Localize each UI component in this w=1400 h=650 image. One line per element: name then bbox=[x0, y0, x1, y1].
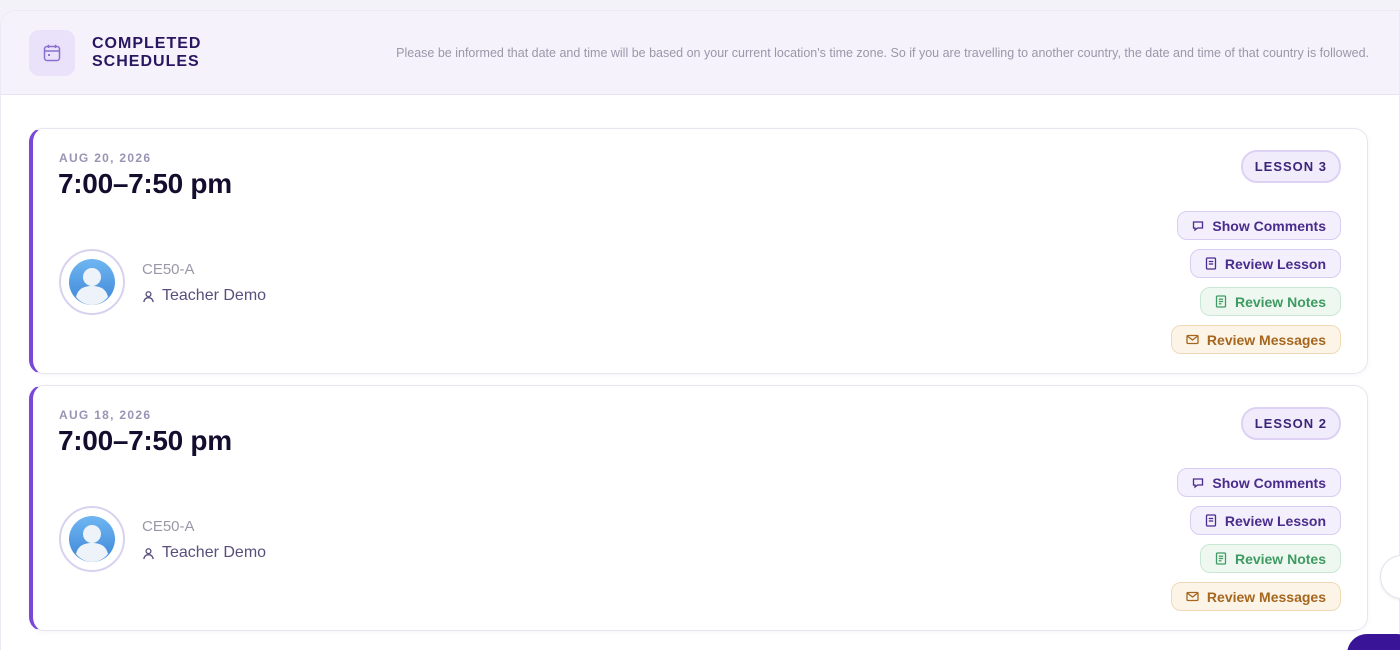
schedule-date: AUG 20, 2026 bbox=[59, 151, 152, 165]
mail-icon bbox=[1186, 591, 1199, 602]
schedule-time: 7:00–7:50 pm bbox=[58, 168, 232, 199]
review-messages-label: Review Messages bbox=[1206, 331, 1326, 348]
teacher-info: Teacher Demo bbox=[142, 544, 266, 562]
show-comments-button[interactable]: Show Comments bbox=[1177, 468, 1341, 497]
schedule-date: AUG 18, 2026 bbox=[59, 408, 152, 422]
calendar-icon bbox=[29, 29, 75, 76]
teacher-name: Teacher Demo bbox=[162, 544, 267, 561]
review-lesson-label: Review Lesson bbox=[1224, 512, 1326, 529]
floating-action-button[interactable] bbox=[1347, 634, 1400, 650]
lesson-badge: LESSON 2 bbox=[1240, 407, 1341, 440]
avatar bbox=[59, 506, 125, 572]
show-comments-label: Show Comments bbox=[1212, 474, 1326, 491]
timezone-notice: Please be informed that date and time wi… bbox=[396, 45, 1369, 60]
panel-header: COMPLETED SCHEDULES Please be informed t… bbox=[1, 11, 1399, 95]
person-icon bbox=[143, 290, 154, 302]
schedule-time: 7:00–7:50 pm bbox=[58, 425, 232, 456]
avatar bbox=[59, 249, 125, 315]
page-title: COMPLETED SCHEDULES bbox=[92, 34, 202, 70]
review-messages-label: Review Messages bbox=[1206, 588, 1326, 605]
show-comments-label: Show Comments bbox=[1212, 217, 1326, 234]
review-lesson-button[interactable]: Review Lesson bbox=[1189, 506, 1341, 535]
review-messages-button[interactable]: Review Messages bbox=[1170, 325, 1341, 354]
review-notes-button[interactable]: Review Notes bbox=[1199, 287, 1341, 316]
review-lesson-label: Review Lesson bbox=[1224, 255, 1326, 272]
schedule-actions: Show Comments Review Lesson Review Notes… bbox=[1170, 468, 1341, 611]
lesson-badge: LESSON 3 bbox=[1240, 150, 1341, 183]
review-notes-label: Review Notes bbox=[1234, 550, 1326, 567]
comment-icon bbox=[1193, 477, 1204, 488]
notes-icon bbox=[1215, 552, 1227, 565]
person-icon bbox=[143, 547, 154, 559]
document-icon bbox=[1205, 514, 1216, 527]
document-icon bbox=[1205, 257, 1216, 270]
review-notes-label: Review Notes bbox=[1234, 293, 1326, 310]
comment-icon bbox=[1193, 220, 1204, 231]
teacher-name: Teacher Demo bbox=[162, 287, 267, 304]
mail-icon bbox=[1186, 334, 1199, 345]
notes-icon bbox=[1215, 295, 1227, 308]
teacher-info: Teacher Demo bbox=[142, 287, 266, 305]
schedule-card: AUG 18, 2026 7:00–7:50 pm CE50-A Teacher… bbox=[29, 385, 1368, 631]
class-code: CE50-A bbox=[142, 518, 195, 535]
review-notes-button[interactable]: Review Notes bbox=[1199, 544, 1341, 573]
review-messages-button[interactable]: Review Messages bbox=[1170, 582, 1341, 611]
show-comments-button[interactable]: Show Comments bbox=[1177, 211, 1341, 240]
class-code: CE50-A bbox=[142, 261, 195, 278]
schedule-actions: Show Comments Review Lesson Review Notes… bbox=[1170, 211, 1341, 354]
schedule-card: AUG 20, 2026 7:00–7:50 pm CE50-A Teacher… bbox=[29, 128, 1368, 374]
review-lesson-button[interactable]: Review Lesson bbox=[1189, 249, 1341, 278]
